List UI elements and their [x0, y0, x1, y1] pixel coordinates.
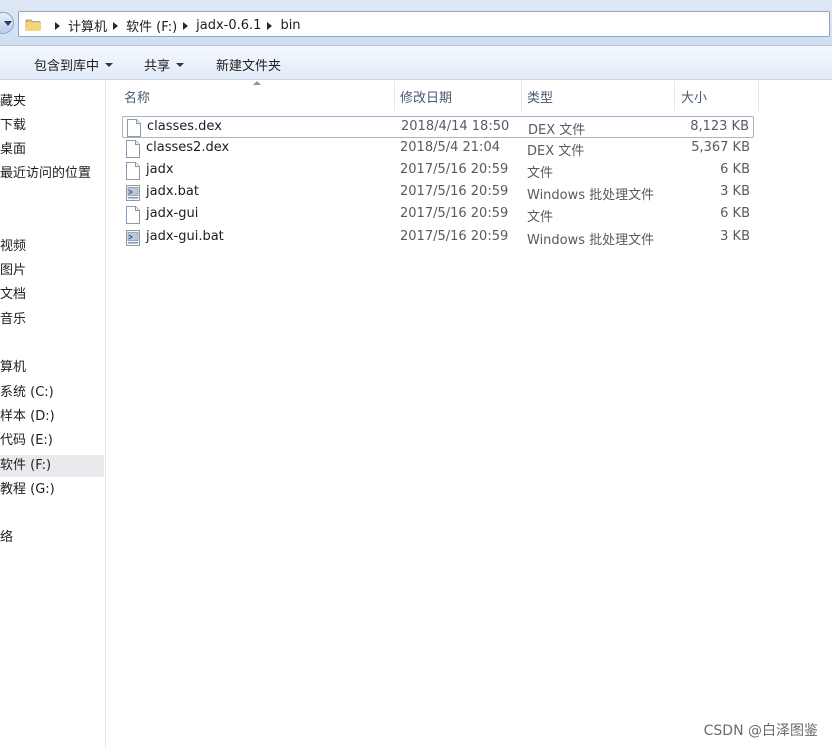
column-header-date[interactable]: 修改日期: [400, 87, 452, 106]
file-row[interactable]: jadx 2017/5/16 20:59 文件 6 KB: [122, 160, 754, 182]
file-row[interactable]: jadx-gui 2017/5/16 20:59 文件 6 KB: [122, 204, 754, 226]
address-bar[interactable]: 计算机 软件 (F:) jadx-0.6.1 bin: [18, 11, 830, 37]
file-modified-date: 2017/5/16 20:59: [400, 162, 509, 177]
sidebar-item-computer[interactable]: 算机: [0, 357, 104, 379]
chevron-down-icon: [176, 62, 185, 67]
breadcrumb-arrow-icon[interactable]: [55, 21, 60, 30]
sidebar-item-documents[interactable]: 文档: [0, 284, 104, 306]
command-bar: 包含到库中 共享 新建文件夹: [0, 46, 832, 80]
file-size: 8,123 KB: [690, 119, 749, 134]
sidebar-item-drive-g[interactable]: 教程 (G:): [0, 479, 104, 501]
blank-file-icon: [126, 162, 140, 180]
sidebar-item-drive-c[interactable]: 系统 (C:): [0, 382, 104, 404]
breadcrumb: 计算机 软件 (F:) jadx-0.6.1 bin: [49, 16, 301, 35]
sidebar-item-drive-d[interactable]: 样本 (D:): [0, 406, 104, 428]
blank-file-icon: [126, 140, 140, 158]
breadcrumb-bin[interactable]: bin: [280, 18, 300, 33]
file-name: classes.dex: [147, 119, 222, 134]
column-header-size[interactable]: 大小: [681, 87, 707, 106]
file-modified-date: 2017/5/16 20:59: [400, 206, 509, 221]
file-type: DEX 文件: [528, 123, 586, 138]
file-type: Windows 批处理文件: [527, 233, 655, 248]
file-type: 文件: [527, 210, 554, 225]
file-type: DEX 文件: [527, 144, 585, 159]
file-name: jadx-gui: [146, 206, 199, 221]
blank-file-icon: [126, 206, 140, 224]
sidebar-item-network[interactable]: 络: [0, 527, 104, 549]
sidebar-item-videos[interactable]: 视频: [0, 236, 104, 258]
navigation-pane: 藏夹 下载 桌面 最近访问的位置 视频 图片 文档 音乐 算机 系统 (C:) …: [0, 81, 106, 748]
file-size: 3 KB: [720, 184, 750, 199]
include-in-library-label: 包含到库中: [34, 59, 100, 74]
share-label: 共享: [144, 59, 171, 74]
sidebar-item-favorites[interactable]: 藏夹: [0, 91, 104, 113]
address-bar-area: 计算机 软件 (F:) jadx-0.6.1 bin: [0, 0, 832, 46]
breadcrumb-computer[interactable]: 计算机: [68, 16, 107, 35]
column-header-type[interactable]: 类型: [527, 87, 553, 106]
sidebar-item-pictures[interactable]: 图片: [0, 260, 104, 282]
column-divider[interactable]: [394, 81, 395, 111]
recent-pages-dropdown-icon[interactable]: [0, 12, 14, 34]
file-type: 文件: [527, 166, 554, 181]
file-list: 名称 修改日期 类型 大小 classes.dex 2018/4/14 18:50…: [106, 81, 832, 748]
file-modified-date: 2018/4/14 18:50: [401, 119, 510, 134]
file-row[interactable]: classes2.dex 2018/5/4 21:04 DEX 文件 5,367 KB: [122, 138, 754, 160]
breadcrumb-arrow-icon[interactable]: [267, 21, 273, 30]
file-type: Windows 批处理文件: [527, 188, 655, 203]
sort-ascending-icon: [253, 81, 261, 85]
batch-file-icon: [126, 185, 140, 201]
watermark: CSDN @白泽图鉴: [703, 723, 818, 739]
file-name: jadx-gui.bat: [146, 229, 224, 244]
file-row[interactable]: classes.dex 2018/4/14 18:50 DEX 文件 8,123 KB: [122, 116, 754, 138]
breadcrumb-arrow-icon[interactable]: [113, 21, 119, 30]
new-folder-button[interactable]: 新建文件夹: [216, 55, 281, 74]
file-modified-date: 2017/5/16 20:59: [400, 184, 509, 199]
column-divider[interactable]: [758, 81, 759, 111]
column-header-name[interactable]: 名称: [124, 87, 150, 106]
file-modified-date: 2017/5/16 20:59: [400, 229, 509, 244]
file-size: 3 KB: [720, 229, 750, 244]
new-folder-label: 新建文件夹: [216, 59, 282, 74]
breadcrumb-arrow-icon[interactable]: [183, 21, 189, 30]
column-divider[interactable]: [521, 81, 522, 111]
chevron-down-icon: [105, 62, 114, 67]
file-row[interactable]: jadx-gui.bat 2017/5/16 20:59 Windows 批处理文件…: [122, 227, 754, 249]
blank-file-icon: [127, 119, 141, 137]
file-name: jadx.bat: [146, 184, 199, 199]
file-name: jadx: [146, 162, 174, 177]
file-row[interactable]: jadx.bat 2017/5/16 20:59 Windows 批处理文件 3 KB: [122, 182, 754, 204]
share-button[interactable]: 共享: [144, 55, 185, 74]
breadcrumb-drive-f[interactable]: 软件 (F:): [126, 16, 177, 35]
sidebar-item-drive-f[interactable]: 软件 (F:): [0, 455, 104, 477]
file-modified-date: 2018/5/4 21:04: [400, 140, 500, 155]
file-size: 6 KB: [720, 206, 750, 221]
folder-icon: [25, 19, 41, 31]
batch-file-icon: [126, 230, 140, 246]
sidebar-item-downloads[interactable]: 下载: [0, 115, 104, 137]
include-in-library-button[interactable]: 包含到库中: [34, 55, 114, 74]
file-size: 5,367 KB: [691, 140, 750, 155]
column-divider[interactable]: [674, 81, 675, 111]
sidebar-item-drive-e[interactable]: 代码 (E:): [0, 430, 104, 452]
file-size: 6 KB: [720, 162, 750, 177]
sidebar-item-music[interactable]: 音乐: [0, 309, 104, 331]
sidebar-item-desktop[interactable]: 桌面: [0, 139, 104, 161]
sidebar-item-recent-places[interactable]: 最近访问的位置: [0, 163, 104, 185]
breadcrumb-jadx[interactable]: jadx-0.6.1: [196, 18, 261, 33]
file-name: classes2.dex: [146, 140, 230, 155]
